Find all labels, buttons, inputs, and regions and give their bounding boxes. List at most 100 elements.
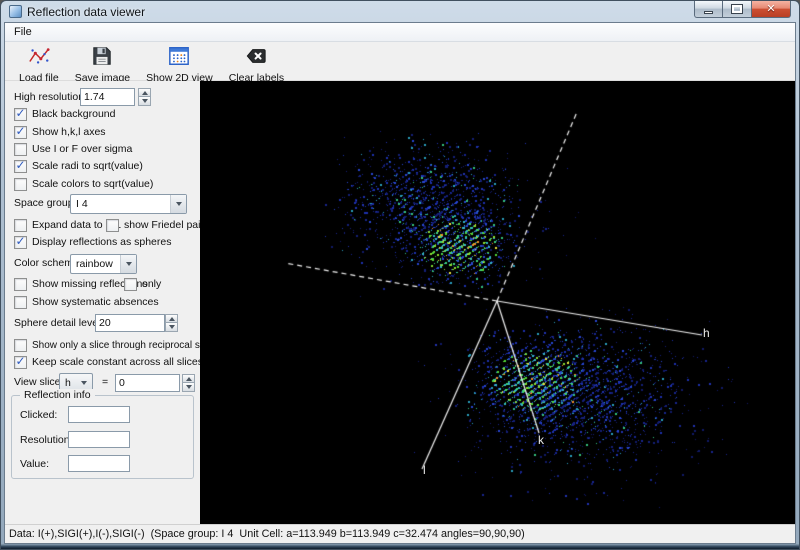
menu-file[interactable]: File bbox=[5, 23, 41, 41]
spinner-down-button[interactable] bbox=[165, 323, 178, 332]
value-input[interactable] bbox=[68, 455, 130, 472]
spinner-up-button[interactable] bbox=[138, 88, 151, 98]
checkbox-scale-colors[interactable]: Scale colors to sqrt(value) bbox=[14, 178, 153, 191]
view-slice-axis-value: h bbox=[60, 377, 76, 389]
window-title: Reflection data viewer bbox=[27, 5, 145, 19]
checkbox-box[interactable]: ✓ bbox=[14, 108, 27, 121]
spinner-down-icon bbox=[169, 325, 175, 329]
spinner-up-icon bbox=[169, 317, 175, 321]
color-scheme-dropdown[interactable]: rainbow bbox=[70, 254, 137, 274]
checkbox-black-background[interactable]: ✓ Black background bbox=[14, 108, 115, 121]
view-slice-equals: = bbox=[102, 376, 108, 388]
status-text: Data: I(+),SIGI(+),I(-),SIGI(-) (Space g… bbox=[5, 528, 525, 540]
app-window: Reflection data viewer ✕ File Load file … bbox=[0, 0, 800, 550]
sphere-detail-spinner bbox=[165, 314, 178, 332]
checkbox-label: Show only a slice through reciprocal spa… bbox=[32, 340, 222, 351]
spinner-up-button[interactable] bbox=[165, 314, 178, 324]
spinner-down-icon bbox=[142, 99, 148, 103]
spinner-down-icon bbox=[186, 385, 192, 389]
show-2d-view-icon bbox=[168, 45, 190, 72]
spinner-up-button[interactable] bbox=[182, 374, 195, 384]
checkbox-label: Display reflections as spheres bbox=[32, 236, 171, 248]
view-slice-input[interactable] bbox=[115, 374, 180, 392]
checkbox-box[interactable] bbox=[124, 278, 137, 291]
reflection-3d-view[interactable]: h k l bbox=[200, 81, 795, 524]
checkbox-friedel-pairs[interactable]: show Friedel pairs bbox=[106, 219, 209, 232]
minimize-button[interactable] bbox=[694, 1, 723, 18]
checkbox-box[interactable]: ✓ bbox=[14, 126, 27, 139]
load-file-button[interactable]: Load file bbox=[11, 42, 67, 86]
save-image-icon bbox=[91, 45, 113, 72]
spinner-down-button[interactable] bbox=[182, 383, 195, 392]
resolution-input[interactable] bbox=[68, 431, 130, 448]
chevron-down-icon bbox=[170, 195, 186, 213]
checkbox-label: Black background bbox=[32, 108, 115, 120]
reflection-info-title: Reflection info bbox=[20, 389, 95, 401]
space-group-dropdown[interactable]: I 4 bbox=[70, 194, 187, 214]
checkbox-label: Use I or F over sigma bbox=[32, 143, 132, 155]
checkbox-box[interactable]: ✓ bbox=[14, 236, 27, 249]
clicked-label: Clicked: bbox=[20, 409, 57, 421]
sphere-detail-label: Sphere detail level bbox=[14, 317, 100, 329]
checkbox-label: Show h,k,l axes bbox=[32, 126, 106, 138]
axis-label-k: k bbox=[538, 433, 544, 447]
window-bottom-edge bbox=[1, 544, 799, 549]
checkbox-box[interactable] bbox=[14, 219, 27, 232]
view-slice-spinner bbox=[182, 374, 195, 392]
check-icon: ✓ bbox=[15, 355, 25, 367]
app-icon bbox=[9, 5, 22, 18]
spinner-down-button[interactable] bbox=[138, 97, 151, 106]
checkbox-show-hkl-axes[interactable]: ✓ Show h,k,l axes bbox=[14, 126, 106, 139]
checkbox-label: Scale radi to sqrt(value) bbox=[32, 160, 143, 172]
check-icon: ✓ bbox=[15, 235, 25, 247]
title-bar[interactable]: Reflection data viewer ✕ bbox=[1, 1, 799, 22]
checkbox-show-slice[interactable]: Show only a slice through reciprocal spa… bbox=[14, 339, 222, 352]
checkbox-label: only bbox=[142, 278, 161, 290]
checkbox-box[interactable] bbox=[106, 219, 119, 232]
checkbox-box[interactable] bbox=[14, 278, 27, 291]
close-button[interactable]: ✕ bbox=[751, 1, 791, 18]
check-icon: ✓ bbox=[15, 107, 25, 119]
checkbox-box[interactable]: ✓ bbox=[14, 160, 27, 173]
axis-label-h: h bbox=[703, 326, 710, 340]
high-resolution-spinner bbox=[138, 88, 151, 106]
close-icon: ✕ bbox=[766, 4, 775, 15]
checkbox-keep-scale[interactable]: ✓ Keep scale constant across all slices bbox=[14, 356, 203, 369]
checkbox-box[interactable] bbox=[14, 143, 27, 156]
space-group-value: I 4 bbox=[71, 198, 170, 210]
sphere-detail-input[interactable] bbox=[95, 314, 165, 332]
status-bar: Data: I(+),SIGI(+),I(-),SIGI(-) (Space g… bbox=[5, 524, 795, 543]
clear-labels-button[interactable]: Clear labels bbox=[221, 42, 292, 86]
checkbox-systematic-absences[interactable]: Show systematic absences bbox=[14, 296, 159, 309]
resolution-label: Resolution: bbox=[20, 434, 73, 446]
checkbox-label: Scale colors to sqrt(value) bbox=[32, 178, 153, 190]
checkbox-only[interactable]: only bbox=[124, 278, 161, 291]
checkbox-box[interactable] bbox=[14, 339, 27, 352]
value-label: Value: bbox=[20, 458, 49, 470]
checkbox-box[interactable] bbox=[14, 296, 27, 309]
checkbox-label: Show systematic absences bbox=[32, 296, 159, 308]
maximize-button[interactable] bbox=[723, 1, 751, 18]
high-resolution-label: High resolution: bbox=[14, 91, 87, 103]
menu-bar: File bbox=[5, 23, 795, 42]
reciprocal-space-canvas[interactable] bbox=[200, 81, 795, 524]
view-slice-label: View slice: bbox=[14, 376, 63, 388]
load-file-icon bbox=[28, 45, 50, 72]
spinner-up-icon bbox=[186, 377, 192, 381]
checkbox-label: Keep scale constant across all slices bbox=[32, 356, 203, 368]
clicked-input[interactable] bbox=[68, 406, 130, 423]
high-resolution-input[interactable] bbox=[80, 88, 135, 106]
checkbox-box[interactable] bbox=[14, 178, 27, 191]
checkbox-i-or-f-over-sigma[interactable]: Use I or F over sigma bbox=[14, 143, 132, 156]
chevron-down-icon bbox=[120, 255, 136, 273]
checkbox-scale-radii[interactable]: ✓ Scale radi to sqrt(value) bbox=[14, 160, 143, 173]
checkbox-box[interactable]: ✓ bbox=[14, 356, 27, 369]
checkbox-display-spheres[interactable]: ✓ Display reflections as spheres bbox=[14, 236, 171, 249]
maximize-icon bbox=[732, 5, 742, 13]
control-panel: High resolution: ✓ Black background ✓ Sh… bbox=[5, 81, 200, 524]
reflection-info-group: Reflection info Clicked: Resolution: Val… bbox=[11, 395, 194, 479]
minimize-icon bbox=[704, 11, 713, 14]
save-image-button[interactable]: Save image bbox=[67, 42, 138, 86]
show-2d-view-button[interactable]: Show 2D view bbox=[138, 42, 221, 86]
toolbar: Load file Save image Show 2D view Clear … bbox=[5, 42, 795, 81]
